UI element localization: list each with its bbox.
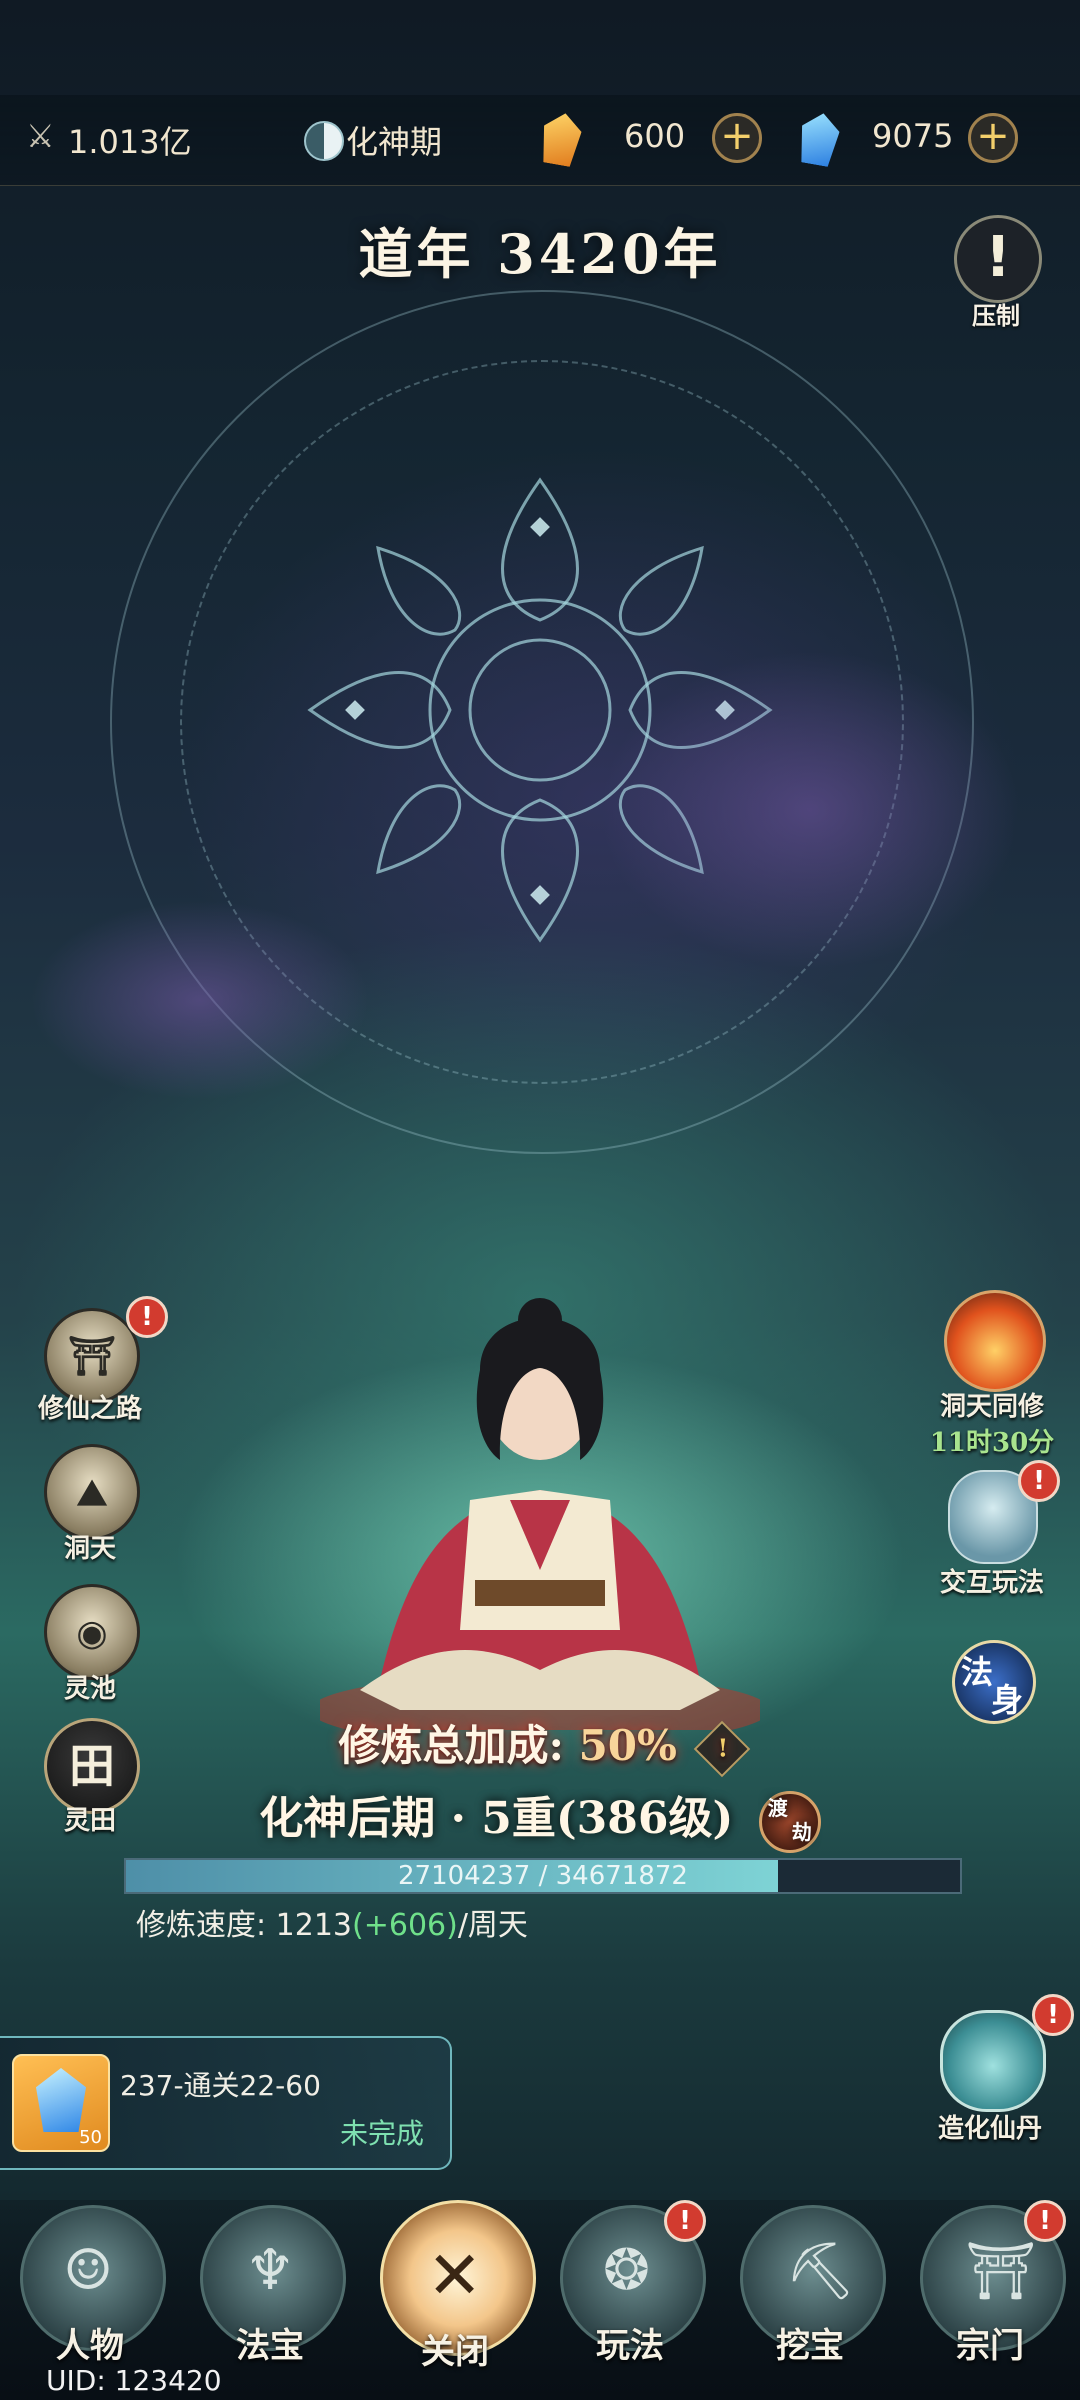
realm-name: 化神期 xyxy=(346,123,443,161)
cave-heaven-button[interactable]: ⛰ xyxy=(44,1444,140,1540)
combat-power-value: 1.013亿 xyxy=(68,123,192,161)
add-gold-button[interactable]: + xyxy=(712,113,762,163)
nav-close-label: 关闭 xyxy=(421,2332,489,2372)
bonus-info-icon[interactable]: ! xyxy=(693,1720,750,1778)
pill-label: 造化仙丹 xyxy=(937,2114,1042,2144)
nav-treasure-label: 法宝 xyxy=(236,2326,304,2366)
speed-unit: /周天 xyxy=(457,1908,528,1943)
suppress-label: 压制 xyxy=(972,301,1020,330)
tree-canopy-left xyxy=(30,900,370,1100)
blue-crystal-icon xyxy=(796,110,842,168)
realm-level-text: 化神后期 · 5重(386级) xyxy=(259,1793,734,1844)
taiji-icon xyxy=(304,121,344,161)
dongtian-timer: 11时30分 xyxy=(929,1428,1055,1458)
dujie-button[interactable]: 渡 劫 xyxy=(758,1790,821,1853)
crystal-reward-icon: 50 xyxy=(12,2054,110,2152)
top-resource-bar: ⚔ 1.013亿 化神期 600 + 9075 + xyxy=(0,95,1080,186)
mountain-icon: ⛰ xyxy=(76,1472,108,1514)
pool-icon: ◉ xyxy=(76,1612,108,1654)
pill-badge: ! xyxy=(1032,1994,1074,2036)
bonus-value: 50% xyxy=(578,1721,677,1770)
interact-badge: ! xyxy=(1018,1460,1060,1502)
gold-amount: 600 xyxy=(624,117,686,155)
pill-furnace-button[interactable] xyxy=(940,2010,1046,2112)
add-crystal-button[interactable]: + xyxy=(968,113,1018,163)
character-icon: ☺ xyxy=(63,2238,114,2303)
quest-status: 未完成 xyxy=(340,2117,425,2150)
crystal-shape xyxy=(36,2068,86,2132)
nav-dig-label: 挖宝 xyxy=(776,2326,844,2366)
exp-progress-bar: 27104237 / 34671872 xyxy=(124,1858,962,1894)
uid-text: UID: 123420 xyxy=(46,2364,222,2397)
shovel-icon: ⛏ xyxy=(785,2239,857,2304)
cultivator-character xyxy=(320,1298,760,1730)
crystal-amount: 9075 xyxy=(872,117,954,155)
dongtian-tongxiu-label: 洞天同修 xyxy=(939,1392,1044,1422)
gold-gem-icon xyxy=(538,110,584,168)
cultivation-bonus: 修炼总加成: 50% ! xyxy=(0,1712,1080,1778)
gameplay-icon: ❂ xyxy=(603,2238,650,2303)
sword-icon: ⚔ xyxy=(26,117,55,155)
fashen-char-1: 法 xyxy=(961,1653,994,1691)
pagoda-icon: ⛩ xyxy=(67,1333,117,1378)
speed-bonus: (+606) xyxy=(352,1908,458,1943)
nav-gameplay-label: 玩法 xyxy=(596,2326,664,2366)
exp-progress-text: 27104237 / 34671872 xyxy=(398,1861,688,1891)
speed-label: 修炼速度: xyxy=(136,1908,267,1943)
bonus-label: 修炼总加成: xyxy=(338,1721,564,1770)
spirit-pool-label: 灵池 xyxy=(63,1674,116,1704)
exclamation-icon: ! xyxy=(985,225,1011,290)
nav-gameplay-badge: ! xyxy=(664,2200,706,2242)
quest-title: 237-通关22-60 xyxy=(120,2069,321,2102)
tree-canopy-right xyxy=(600,650,1020,970)
quest-panel[interactable]: 50 237-通关22-60 未完成 xyxy=(0,2036,452,2170)
cave-heaven-label: 洞天 xyxy=(63,1534,116,1564)
realm-level: 化神后期 · 5重(386级) 渡 劫 xyxy=(0,1782,1080,1853)
nav-sect-badge: ! xyxy=(1024,2200,1066,2242)
reward-count: 50 xyxy=(79,2127,102,2148)
cultivation-path-label: 修仙之路 xyxy=(37,1394,142,1424)
nav-character-label: 人物 xyxy=(56,2326,124,2366)
dongtian-tongxiu-button[interactable] xyxy=(944,1290,1046,1392)
sect-gate-icon: ⛩ xyxy=(965,2239,1037,2304)
speed-value: 1213 xyxy=(275,1908,353,1943)
dujie-char-2: 劫 xyxy=(791,1819,812,1844)
cultivation-speed: 修炼速度: 1213(+606)/周天 xyxy=(136,1900,528,1944)
suppress-button[interactable]: ! xyxy=(954,215,1042,303)
spirit-pool-button[interactable]: ◉ xyxy=(44,1584,140,1680)
dujie-char-1: 渡 xyxy=(767,1795,788,1820)
cultivation-path-badge: ! xyxy=(126,1296,168,1338)
dao-year-title: 道年 3420年 xyxy=(358,222,722,286)
nav-sect-label: 宗门 xyxy=(956,2326,1024,2366)
interact-play-label: 交互玩法 xyxy=(939,1568,1044,1598)
treasure-icon: ♆ xyxy=(245,2238,296,2303)
close-icon: ✕ xyxy=(427,2237,483,2314)
